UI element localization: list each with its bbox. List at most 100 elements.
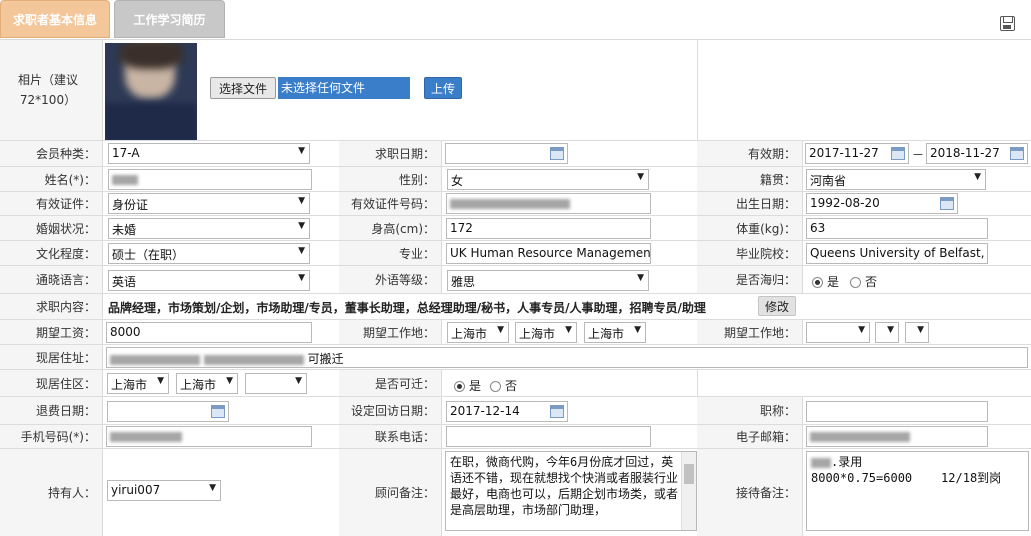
row-membership: 会员种类： 17-A ▼ 求职日期： 有效期： 2017-11-27 － 2018… bbox=[0, 141, 1031, 167]
major-input[interactable]: UK Human Resource Management bbox=[446, 243, 651, 264]
radio-checked-icon[interactable] bbox=[812, 277, 823, 288]
member-type-select[interactable]: 17-A ▼ bbox=[108, 143, 310, 164]
revisit-date-label: 设定回访日期： bbox=[339, 397, 442, 424]
row-refund: 退费日期： 设定回访日期： 2017-12-14 职称： bbox=[0, 397, 1031, 425]
email-label: 电子邮箱： bbox=[697, 425, 803, 448]
expected-place-select-5[interactable]: ▼ bbox=[875, 322, 899, 343]
returnee-yes[interactable]: 是 bbox=[812, 273, 839, 290]
chevron-down-icon: ▼ bbox=[565, 325, 572, 335]
mobile-label: 手机号码(*)： bbox=[0, 425, 103, 448]
language-select[interactable]: 英语 ▼ bbox=[108, 270, 310, 291]
row-remarks: 持有人： yirui007 ▼ 顾问备注： 在职，微商代购，今年6月份底才回过，英… bbox=[0, 449, 1031, 536]
origin-select[interactable]: 河南省 ▼ bbox=[806, 169, 986, 190]
education-select[interactable]: 硕士（在职） ▼ bbox=[108, 243, 310, 264]
salary-input[interactable]: 8000 bbox=[106, 322, 312, 343]
address-input[interactable]: 可搬迁 bbox=[106, 347, 1028, 368]
chevron-down-icon: ▼ bbox=[157, 376, 164, 386]
photo-row: 相片（建议72*100） 选择文件 未选择任何文件 上传 bbox=[0, 40, 1031, 141]
advisor-note-textarea[interactable]: 在职，微商代购，今年6月份底才回过，英语还不错，现在就想找个快消或者服装行业最好… bbox=[445, 451, 697, 531]
marriage-select[interactable]: 未婚 ▼ bbox=[108, 218, 310, 239]
reception-note-label: 接待备注： bbox=[697, 449, 803, 536]
calendar-icon[interactable] bbox=[891, 147, 905, 160]
height-label: 身高(cm)： bbox=[339, 216, 442, 240]
area-select-3[interactable]: ▼ bbox=[245, 373, 307, 394]
area-label: 现居住区： bbox=[0, 370, 103, 396]
row-job-content: 求职内容： 品牌经理，市场策划/企划，市场助理/专员，董事长助理，总经理助理/秘… bbox=[0, 294, 1031, 320]
tab-resume[interactable]: 工作学习简历 bbox=[114, 0, 225, 38]
birth-date-input[interactable]: 1992-08-20 bbox=[806, 193, 958, 214]
returnee-no[interactable]: 否 bbox=[850, 273, 877, 290]
school-input[interactable]: Queens University of Belfast, bbox=[806, 243, 988, 264]
chevron-down-icon: ▼ bbox=[295, 376, 302, 386]
calendar-icon[interactable] bbox=[1010, 147, 1024, 160]
id-number-input[interactable] bbox=[446, 193, 651, 214]
valid-to-input[interactable]: 2018-11-27 bbox=[926, 143, 1028, 164]
radio-unchecked-icon[interactable] bbox=[850, 277, 861, 288]
refund-date-input[interactable] bbox=[107, 401, 229, 422]
expected-place-label: 期望工作地： bbox=[339, 320, 442, 344]
salary-label: 期望工资： bbox=[0, 320, 103, 344]
expected-place-select-2[interactable]: 上海市 ▼ bbox=[515, 322, 577, 343]
expected-place-label-2: 期望工作地： bbox=[697, 320, 803, 344]
radio-unchecked-icon[interactable] bbox=[490, 381, 501, 392]
school-label: 毕业院校： bbox=[697, 241, 803, 265]
row-name: 姓名(*)： 性别： 女 ▼ 籍贯： 河南省 ▼ bbox=[0, 167, 1031, 192]
job-date-label: 求职日期： bbox=[339, 141, 442, 166]
foreign-level-select[interactable]: 雅思 ▼ bbox=[447, 270, 649, 291]
photo-label: 相片（建议72*100） bbox=[0, 40, 103, 140]
chevron-down-icon: ▼ bbox=[298, 246, 305, 256]
validity-label: 有效期： bbox=[697, 141, 803, 166]
name-label: 姓名(*)： bbox=[0, 167, 103, 191]
row-contact: 手机号码(*)： 联系电话： 电子邮箱： bbox=[0, 425, 1031, 449]
name-input[interactable] bbox=[108, 169, 312, 190]
job-date-input[interactable] bbox=[445, 143, 568, 164]
foreign-level-label: 外语等级： bbox=[339, 266, 442, 293]
date-range-separator: － bbox=[911, 148, 924, 162]
file-name-display: 未选择任何文件 bbox=[278, 77, 410, 99]
calendar-icon[interactable] bbox=[211, 405, 225, 418]
chevron-down-icon: ▼ bbox=[298, 221, 305, 231]
tab-basic-info[interactable]: 求职者基本信息 bbox=[0, 0, 110, 38]
gender-select[interactable]: 女 ▼ bbox=[447, 169, 649, 190]
language-label: 通晓语言： bbox=[0, 266, 103, 293]
row-salary: 期望工资： 8000 期望工作地： 上海市 ▼ 上海市 ▼ 上海市 ▼ 期望工作地： … bbox=[0, 320, 1031, 345]
area-select-1[interactable]: 上海市 ▼ bbox=[107, 373, 169, 394]
upload-button[interactable]: 上传 bbox=[424, 77, 462, 99]
valid-from-input[interactable]: 2017-11-27 bbox=[805, 143, 909, 164]
calendar-icon[interactable] bbox=[940, 197, 954, 210]
height-input[interactable]: 172 bbox=[446, 218, 651, 239]
expected-place-select-4[interactable]: ▼ bbox=[806, 322, 870, 343]
job-title-input[interactable] bbox=[806, 401, 988, 422]
id-number-label: 有效证件号码： bbox=[339, 192, 442, 215]
relocate-no[interactable]: 否 bbox=[490, 377, 517, 394]
weight-input[interactable]: 63 bbox=[806, 218, 988, 239]
save-icon[interactable] bbox=[1000, 16, 1015, 31]
revisit-date-input[interactable]: 2017-12-14 bbox=[446, 401, 568, 422]
modify-button[interactable]: 修改 bbox=[758, 296, 796, 316]
phone-label: 联系电话： bbox=[339, 425, 442, 448]
phone-input[interactable] bbox=[446, 426, 651, 447]
expected-place-select-6[interactable]: ▼ bbox=[905, 322, 929, 343]
calendar-icon[interactable] bbox=[550, 405, 564, 418]
radio-checked-icon[interactable] bbox=[454, 381, 465, 392]
job-content-text: 品牌经理，市场策划/企划，市场助理/专员，董事长助理，总经理助理/秘书，人事专员… bbox=[108, 301, 706, 315]
scrollbar-thumb[interactable] bbox=[684, 464, 694, 484]
chevron-down-icon: ▼ bbox=[858, 325, 865, 335]
email-input[interactable] bbox=[806, 426, 988, 447]
scrollbar[interactable] bbox=[681, 452, 696, 530]
chevron-down-icon: ▼ bbox=[917, 325, 924, 335]
reception-note-textarea[interactable]: .录用 8000*0.75=6000 12/18到岗 bbox=[806, 451, 1029, 531]
relocate-yes[interactable]: 是 bbox=[454, 377, 481, 394]
relocate-label: 是否可迁： bbox=[339, 370, 442, 396]
calendar-icon[interactable] bbox=[550, 147, 564, 160]
area-select-2[interactable]: 上海市 ▼ bbox=[176, 373, 238, 394]
chevron-down-icon: ▼ bbox=[974, 172, 981, 182]
id-type-select[interactable]: 身份证 ▼ bbox=[108, 193, 310, 214]
mobile-input[interactable] bbox=[106, 426, 312, 447]
owner-select[interactable]: yirui007 ▼ bbox=[107, 480, 221, 501]
expected-place-select-3[interactable]: 上海市 ▼ bbox=[584, 322, 646, 343]
expected-place-select-1[interactable]: 上海市 ▼ bbox=[447, 322, 509, 343]
origin-label: 籍贯： bbox=[697, 167, 803, 191]
choose-file-button[interactable]: 选择文件 bbox=[210, 77, 276, 99]
chevron-down-icon: ▼ bbox=[634, 325, 641, 335]
